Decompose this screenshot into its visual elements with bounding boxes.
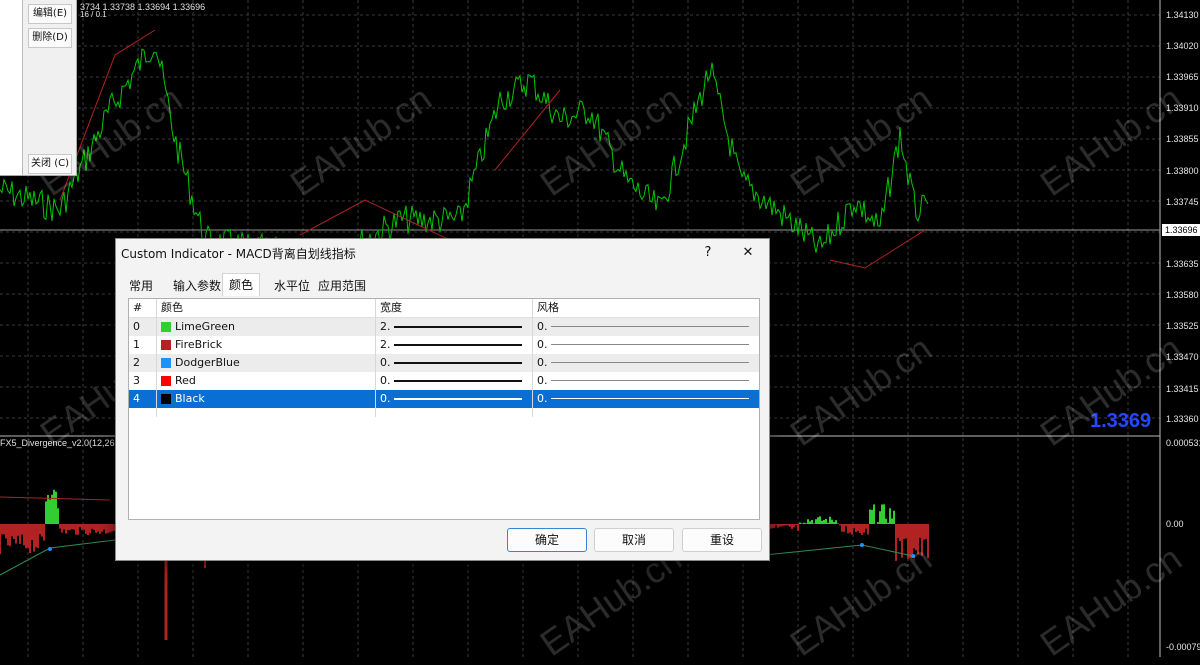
table-row[interactable]: 4 Black 0. 0.	[129, 390, 759, 408]
color-grid: # 颜色 宽度 风格 0 LimeGreen 2. 0. 1 FireBrick 2. 0. 2…	[128, 298, 760, 520]
grid-header: # 颜色 宽度 风格	[129, 299, 759, 318]
style-line-sample	[551, 362, 749, 363]
divergence-point	[48, 547, 52, 551]
row-index: 4	[133, 392, 140, 405]
row-index: 0	[133, 320, 140, 333]
row-index: 2	[133, 356, 140, 369]
price-axis-label: 1.34130	[1166, 10, 1199, 20]
signal-line	[764, 544, 914, 557]
tab-visualization[interactable]: 应用范围	[318, 277, 366, 295]
row-index: 1	[133, 338, 140, 351]
indicator-axis-label: 0.00	[1166, 519, 1184, 529]
width-value[interactable]: 2.	[380, 336, 391, 354]
help-icon[interactable]: ?	[694, 241, 722, 265]
dialog-title: Custom Indicator - MACD背离自划线指标	[121, 247, 356, 261]
delete-button[interactable]: 删除(D)	[28, 28, 72, 48]
price-axis-label: 1.33635	[1166, 259, 1199, 269]
signal-line	[0, 539, 116, 576]
color-swatch[interactable]	[161, 322, 171, 332]
style-line-sample	[551, 344, 749, 345]
color-swatch[interactable]	[161, 358, 171, 368]
row-index: 3	[133, 374, 140, 387]
color-name[interactable]: LimeGreen	[175, 318, 235, 336]
table-row[interactable]: 1 FireBrick 2. 0.	[129, 336, 759, 354]
tab-inputs[interactable]: 输入参数	[173, 277, 221, 295]
price-axis-label: 1.33360	[1166, 414, 1199, 424]
close-panel-button[interactable]: 关闭 (C)	[28, 154, 72, 174]
style-value[interactable]: 0.	[537, 354, 548, 372]
price-axis-label: 1.33415	[1166, 384, 1199, 394]
color-name[interactable]: DodgerBlue	[175, 354, 240, 372]
style-line-sample	[551, 326, 749, 327]
width-line-sample	[394, 398, 522, 400]
price-axis-label: 1.33965	[1166, 72, 1199, 82]
reset-button[interactable]: 重设	[682, 528, 762, 552]
width-value[interactable]: 0.	[380, 390, 391, 408]
style-line-sample	[551, 380, 749, 381]
sub-info-readout: 16 / 0.1	[80, 10, 107, 19]
color-swatch[interactable]	[161, 394, 171, 404]
divergence-line	[494, 89, 561, 171]
column-header-width: 宽度	[380, 301, 402, 314]
objects-list[interactable]	[0, 0, 23, 175]
price-axis-label: 1.33525	[1166, 321, 1199, 331]
cancel-button[interactable]: 取消	[594, 528, 674, 552]
tab-colors[interactable]: 颜色	[222, 273, 261, 296]
ok-button[interactable]: 确定	[507, 528, 587, 552]
width-line-sample	[394, 380, 522, 382]
color-name[interactable]: Black	[175, 390, 205, 408]
width-value[interactable]: 2.	[380, 318, 391, 336]
width-line-sample	[394, 326, 522, 328]
current-price-tag: 1.33696	[1162, 224, 1200, 236]
style-value[interactable]: 0.	[537, 390, 548, 408]
color-swatch[interactable]	[161, 340, 171, 350]
close-icon[interactable]: ✕	[734, 241, 762, 265]
color-swatch[interactable]	[161, 376, 171, 386]
custom-indicator-dialog: Custom Indicator - MACD背离自划线指标 ? ✕ 常用 输入…	[115, 238, 770, 561]
price-axis-label: 1.33580	[1166, 290, 1199, 300]
price-axis-label: 1.33800	[1166, 166, 1199, 176]
divergence-point	[911, 554, 915, 558]
width-value[interactable]: 0.	[380, 354, 391, 372]
objects-panel: 编辑(E) 删除(D) 关闭 (C)	[0, 0, 77, 176]
column-header-index: #	[133, 301, 143, 314]
big-price-readout: 1.3369	[1090, 410, 1152, 432]
price-axis-label: 1.33855	[1166, 134, 1199, 144]
price-axis-label: 1.33470	[1166, 352, 1199, 362]
table-row[interactable]: 0 LimeGreen 2. 0.	[129, 318, 759, 336]
tab-general[interactable]: 常用	[129, 277, 153, 295]
width-value[interactable]: 0.	[380, 372, 391, 390]
divergence-point	[860, 543, 864, 547]
style-line-sample	[551, 398, 749, 399]
price-axis-label: 1.33745	[1166, 197, 1199, 207]
style-value[interactable]: 0.	[537, 318, 548, 336]
tab-levels[interactable]: 水平位	[274, 277, 310, 295]
divergence-line	[299, 199, 451, 241]
style-value[interactable]: 0.	[537, 336, 548, 354]
indicator-axis-label: -0.000792	[1166, 642, 1200, 652]
edit-button[interactable]: 编辑(E)	[28, 4, 72, 24]
width-line-sample	[394, 362, 522, 364]
width-line-sample	[394, 344, 522, 346]
price-axis-label: 1.33910	[1166, 103, 1199, 113]
column-header-color: 颜色	[161, 301, 183, 314]
indicator-axis-label: 0.000531	[1166, 438, 1200, 448]
indicator-label: FX5_Divergence_v2.0(12,26,9	[0, 438, 123, 448]
table-row[interactable]: 3 Red 0. 0.	[129, 372, 759, 390]
divergence-line	[829, 229, 926, 269]
color-name[interactable]: Red	[175, 372, 196, 390]
style-value[interactable]: 0.	[537, 372, 548, 390]
price-axis-label: 1.34020	[1166, 41, 1199, 51]
column-header-style: 风格	[537, 301, 559, 314]
table-row[interactable]: 2 DodgerBlue 0. 0.	[129, 354, 759, 372]
color-name[interactable]: FireBrick	[175, 336, 222, 354]
